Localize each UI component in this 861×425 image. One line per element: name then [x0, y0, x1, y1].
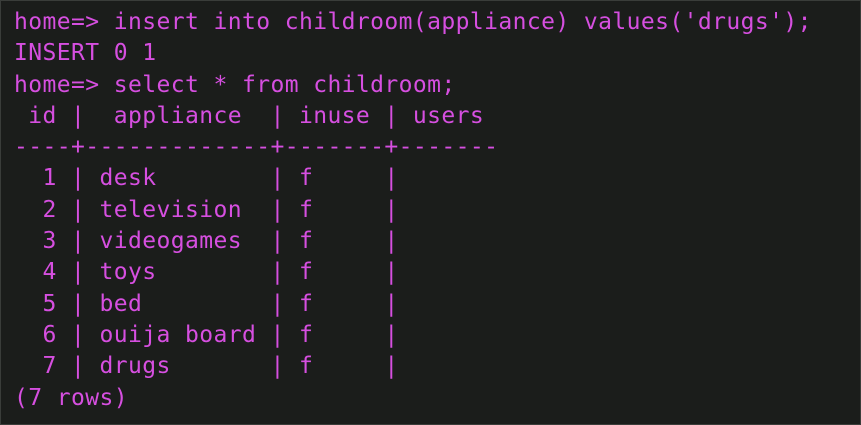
- table-row: 6 | ouija board | f |: [14, 321, 399, 348]
- terminal-window[interactable]: home=> insert into childroom(appliance) …: [0, 0, 861, 425]
- insert-command-line: home=> insert into childroom(appliance) …: [14, 9, 812, 35]
- table-row: 5 | bed | f |: [14, 290, 399, 317]
- table-row: 7 | drugs | f |: [14, 353, 399, 380]
- select-command-line: home=> select * from childroom;: [14, 71, 456, 98]
- table-row: 1 | desk | f |: [14, 165, 399, 192]
- table-row: 3 | videogames | f |: [14, 228, 399, 255]
- table-row: 4 | toys | f |: [14, 259, 399, 286]
- row-count-footer: (7 rows): [14, 384, 128, 411]
- table-header-row: id | appliance | inuse | users: [14, 102, 485, 129]
- table-row: 2 | television | f |: [14, 196, 399, 223]
- table-separator: ----+-------------+-------+-------: [14, 134, 499, 161]
- insert-result-line: INSERT 0 1: [14, 40, 157, 67]
